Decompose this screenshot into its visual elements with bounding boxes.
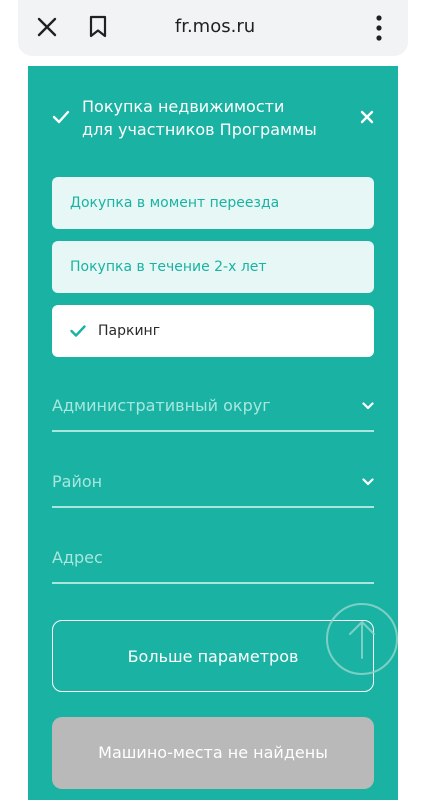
address-input[interactable]: Адрес <box>52 540 374 584</box>
area-placeholder: Район <box>52 472 103 491</box>
browser-toolbar: fr.mos.ru <box>0 0 426 62</box>
district-placeholder: Административный округ <box>52 396 271 415</box>
program-title-line2: для участников Программы <box>82 120 317 139</box>
program-title-line1: Покупка недвижимости <box>82 97 285 116</box>
remove-filter-icon[interactable] <box>360 110 374 124</box>
check-icon <box>70 325 86 337</box>
program-filter-title[interactable]: Покупка недвижимости для участников Прог… <box>82 95 352 141</box>
address-placeholder: Адрес <box>52 548 103 567</box>
close-icon[interactable] <box>36 16 58 38</box>
address-bar-url[interactable]: fr.mos.ru <box>150 16 280 38</box>
option-two-year-purchase[interactable]: Покупка в течение 2-х лет <box>52 241 374 293</box>
bookmark-icon[interactable] <box>88 15 108 39</box>
option-label: Докупка в момент переезда <box>70 195 280 211</box>
chevron-down-icon <box>362 478 374 486</box>
option-label: Паркинг <box>98 323 161 339</box>
chevron-down-icon <box>362 402 374 410</box>
option-label: Покупка в течение 2-х лет <box>70 259 267 275</box>
district-select[interactable]: Административный округ <box>52 388 374 432</box>
option-move-purchase[interactable]: Докупка в момент переезда <box>52 177 374 229</box>
more-vertical-icon[interactable] <box>372 14 386 42</box>
check-icon <box>52 110 70 124</box>
option-parking[interactable]: Паркинг <box>52 305 374 357</box>
results-button[interactable]: Машино-места не найдены <box>52 717 374 789</box>
arrow-up-icon[interactable] <box>325 602 399 676</box>
area-select[interactable]: Район <box>52 464 374 508</box>
